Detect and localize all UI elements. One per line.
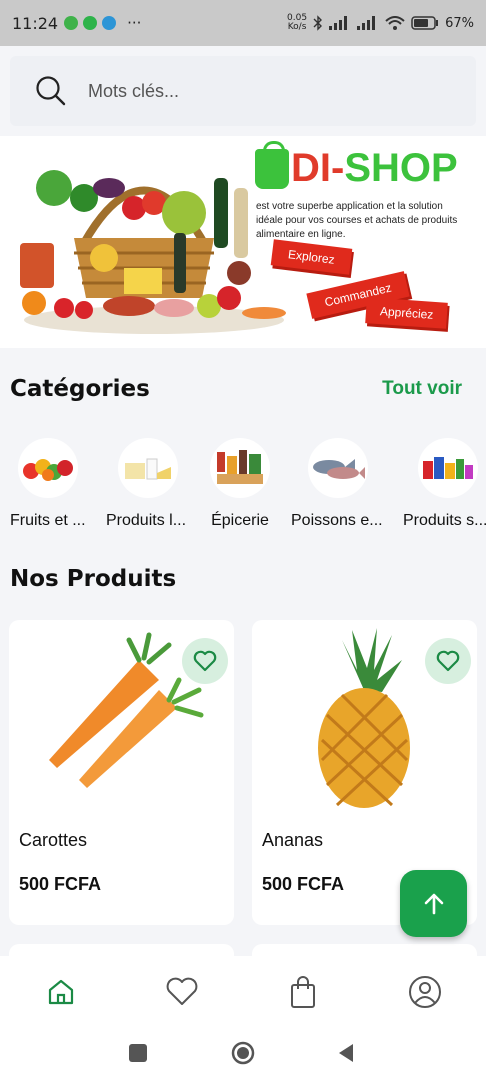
arrow-up-icon: [424, 893, 443, 914]
brand-name-prefix: DI-: [291, 146, 345, 190]
products-title: Nos Produits: [10, 566, 177, 592]
fish-icon: [313, 459, 365, 479]
wifi-icon: [385, 16, 405, 30]
home-system-button[interactable]: [228, 1038, 258, 1068]
banner-enjoy-tag: Appréciez: [365, 297, 449, 329]
search-input[interactable]: [88, 80, 428, 102]
category-label: Produits s...: [403, 512, 486, 529]
square-icon: [129, 1044, 147, 1062]
heart-icon: [193, 650, 217, 672]
packaged-products-icon: [423, 457, 473, 479]
battery-level: 67%: [445, 15, 474, 31]
grocery-basket-image: [20, 170, 286, 334]
category-item-fruits[interactable]: Fruits et ...: [10, 438, 86, 530]
category-label: Poissons e...: [291, 512, 383, 529]
recent-apps-button[interactable]: [123, 1038, 153, 1068]
category-image: [118, 438, 178, 498]
category-image: [18, 438, 78, 498]
shopping-bag-logo-icon: [255, 140, 289, 189]
nav-home[interactable]: [41, 972, 81, 1012]
brand-logo: DI-SHOP: [255, 140, 458, 191]
category-label: Épicerie: [211, 512, 269, 529]
favorite-button[interactable]: [182, 638, 228, 684]
categories-title: Catégories: [10, 376, 150, 402]
product-price: 500 FCFA: [19, 874, 102, 894]
status-bar: 11:24 ··· 0.05 Ko/s 67%: [0, 0, 486, 46]
status-time: 11:24: [12, 13, 59, 33]
battery-icon: [411, 16, 439, 30]
more-notifications-icon: ···: [127, 14, 142, 32]
scroll-to-top-button[interactable]: [400, 870, 467, 937]
network-speed-unit: Ko/s: [287, 22, 307, 32]
category-label: Produits l...: [106, 512, 187, 529]
dairy-products-icon: [125, 458, 171, 480]
heart-icon: [436, 650, 460, 672]
category-item-grocery[interactable]: Épicerie: [210, 438, 270, 530]
nav-profile[interactable]: [405, 972, 445, 1012]
user-icon: [409, 976, 441, 1008]
grocery-icon: [217, 450, 263, 484]
back-triangle-icon: [339, 1044, 353, 1062]
telegram-icon: [102, 16, 117, 30]
signal-icon-2: [357, 16, 376, 30]
circle-icon: [231, 1041, 255, 1065]
message-app-icon: [64, 16, 79, 30]
bottom-navigation: [0, 956, 486, 1026]
nav-favorites[interactable]: [162, 972, 202, 1012]
product-name: Ananas: [262, 830, 324, 850]
category-image: [418, 438, 478, 498]
back-button[interactable]: [331, 1038, 361, 1068]
category-image: [308, 438, 368, 498]
system-navigation-bar: [0, 1026, 486, 1080]
search-icon: [36, 76, 66, 106]
category-item-other[interactable]: Produits s...: [403, 438, 486, 530]
brand-name: DI-SHOP: [291, 146, 458, 191]
signal-icon: [329, 16, 348, 30]
promo-banner[interactable]: DI-SHOP est votre superbe application et…: [0, 136, 486, 348]
nav-cart[interactable]: [283, 972, 323, 1012]
favorite-button[interactable]: [425, 638, 471, 684]
category-item-dairy[interactable]: Produits l...: [106, 438, 186, 530]
network-speed: 0.05 Ko/s: [287, 14, 307, 32]
search-bar[interactable]: [10, 56, 476, 126]
heart-icon: [166, 977, 198, 1005]
category-item-fish[interactable]: Poissons e...: [291, 438, 383, 530]
banner-tagline: est votre superbe application et la solu…: [256, 201, 458, 240]
fruits-vegetables-icon: [23, 459, 73, 481]
category-image: [210, 438, 270, 498]
product-card-carrots[interactable]: Carottes 500 FCFA: [9, 620, 234, 925]
product-price: 500 FCFA: [262, 874, 345, 894]
categories-list: Fruits et ... Produits l... Épicerie Poi…: [0, 438, 486, 538]
product-name: Carottes: [19, 830, 88, 850]
see-all-categories-link[interactable]: Tout voir: [382, 378, 462, 400]
category-label: Fruits et ...: [10, 512, 86, 529]
home-icon: [48, 979, 74, 1005]
whatsapp-icon: [83, 16, 98, 30]
brand-name-suffix: SHOP: [344, 146, 458, 190]
shopping-bag-icon: [291, 976, 315, 1008]
bluetooth-icon: [313, 15, 323, 31]
